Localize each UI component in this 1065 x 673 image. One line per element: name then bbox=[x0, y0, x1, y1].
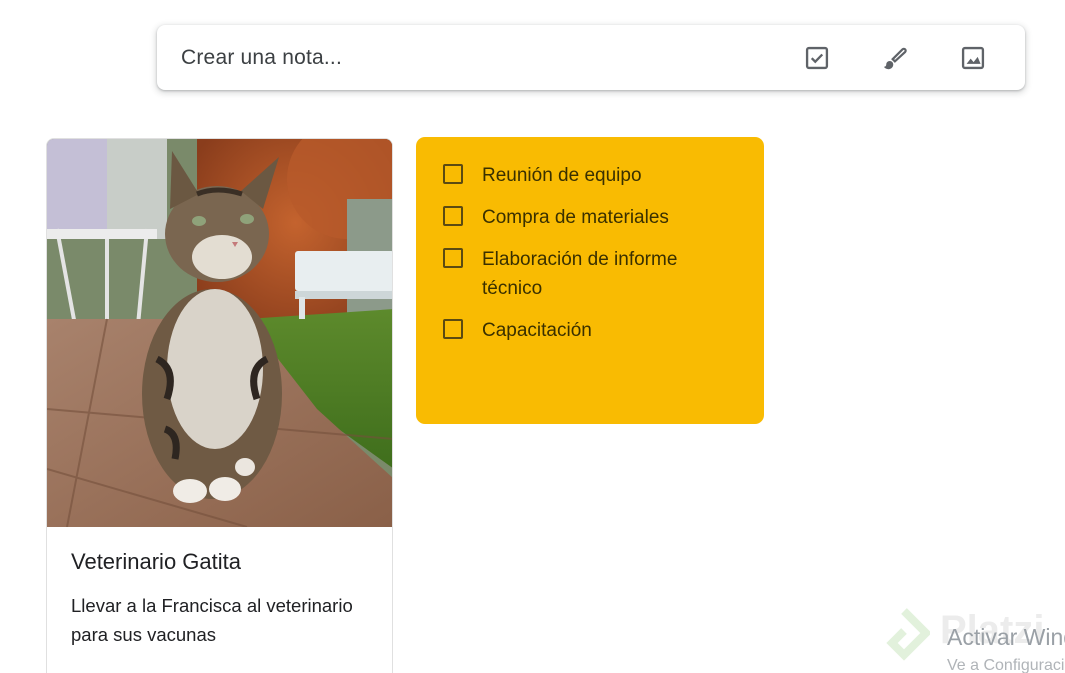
brush-icon bbox=[883, 47, 907, 70]
note-card-checklist[interactable]: Reunión de equipo Compra de materiales E… bbox=[416, 137, 764, 424]
item-checkbox[interactable] bbox=[443, 206, 463, 226]
list-item: Reunión de equipo bbox=[443, 161, 722, 190]
list-item-label: Reunión de equipo bbox=[482, 165, 642, 186]
checkbox-icon bbox=[805, 46, 829, 70]
cat-photo bbox=[47, 139, 392, 527]
list-item: Compra de materiales bbox=[443, 203, 722, 232]
item-checkbox[interactable] bbox=[443, 164, 463, 184]
new-list-button[interactable] bbox=[800, 41, 834, 75]
note-card-image[interactable]: Veterinario Gatita Llevar a la Francisca… bbox=[46, 138, 393, 673]
note-title: Veterinario Gatita bbox=[71, 549, 241, 574]
platzi-logo-icon bbox=[886, 608, 930, 661]
activate-windows-title: Activar Windows bbox=[947, 624, 1065, 650]
image-icon bbox=[961, 46, 985, 70]
take-note-bar[interactable]: Crear una nota... bbox=[157, 25, 1025, 90]
take-note-placeholder[interactable]: Crear una nota... bbox=[181, 46, 342, 70]
list-item: Elaboración de informe técnico bbox=[443, 245, 722, 303]
list-item-label: Compra de materiales bbox=[482, 207, 669, 228]
item-checkbox[interactable] bbox=[443, 248, 463, 268]
notes-app: Crear una nota... Veterinario Gatita Lle… bbox=[0, 0, 1065, 673]
list-item: Capacitación bbox=[443, 316, 722, 345]
new-image-note-button[interactable] bbox=[956, 41, 990, 75]
list-item-label: Elaboración de informe técnico bbox=[482, 249, 678, 299]
activate-windows-subtitle: Ve a Configuración bbox=[947, 657, 1065, 673]
item-checkbox[interactable] bbox=[443, 319, 463, 339]
note-body: Llevar a la Francisca al veterinario par… bbox=[71, 595, 353, 645]
new-drawing-button[interactable] bbox=[878, 41, 912, 75]
list-item-label: Capacitación bbox=[482, 320, 592, 341]
